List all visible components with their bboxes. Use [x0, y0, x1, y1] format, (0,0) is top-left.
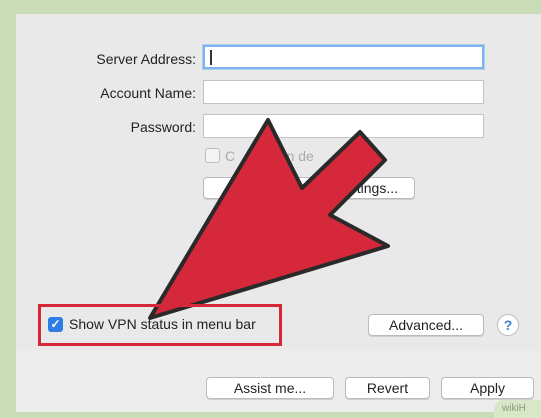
connect-on-demand-checkbox[interactable]: [205, 148, 220, 163]
account-name-field[interactable]: [203, 80, 484, 104]
server-address-field[interactable]: [203, 45, 484, 69]
help-button[interactable]: ?: [497, 314, 519, 336]
advanced-button[interactable]: Advanced...: [368, 314, 484, 336]
watermark: wikiH: [494, 400, 541, 418]
authentication-settings-label: tings...: [356, 180, 398, 196]
connect-on-demand-label-tail: t on de: [271, 148, 314, 164]
connect-on-demand-row[interactable]: C: [205, 148, 235, 164]
connect-on-demand-label: C: [225, 148, 236, 164]
password-field[interactable]: [203, 114, 484, 138]
revert-button[interactable]: Revert: [345, 377, 430, 399]
server-address-label: Server Address:: [96, 51, 196, 67]
text-caret: [210, 50, 212, 65]
show-vpn-status-label[interactable]: Show VPN status in menu bar: [69, 316, 256, 332]
apply-button[interactable]: Apply: [441, 377, 534, 399]
server-address-input[interactable]: [205, 47, 482, 67]
assist-me-button[interactable]: Assist me...: [206, 377, 334, 399]
password-input[interactable]: [204, 115, 483, 137]
account-name-input[interactable]: [204, 81, 483, 103]
account-name-label: Account Name:: [100, 85, 196, 101]
password-label: Password:: [130, 119, 196, 135]
show-vpn-status-checkbox[interactable]: ✓: [48, 317, 63, 332]
authentication-settings-button[interactable]: tings...: [203, 177, 415, 199]
